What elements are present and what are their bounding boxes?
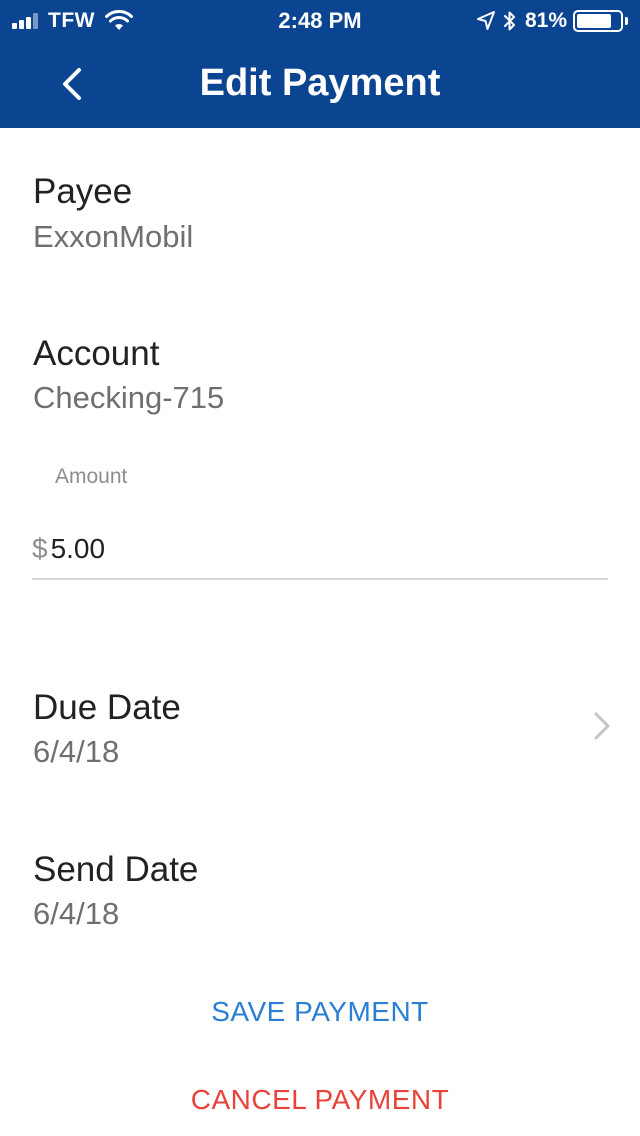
due-date-label: Due Date <box>33 688 181 727</box>
battery-percent: 81% <box>524 9 567 32</box>
cancel-payment-button[interactable]: CANCEL PAYMENT <box>0 1084 640 1116</box>
amount-label: Amount <box>55 465 128 488</box>
send-date-label: Send Date <box>33 850 199 889</box>
due-date-row[interactable]: Due Date 6/4/18 <box>0 680 640 780</box>
amount-field[interactable]: $ 5.00 <box>32 530 608 580</box>
bluetooth-icon <box>503 11 515 31</box>
app-header: TFW 2:48 PM 81% Edit Payment <box>0 0 640 128</box>
battery-tip <box>625 17 628 25</box>
currency-symbol: $ <box>32 533 48 564</box>
due-date-value: 6/4/18 <box>33 734 120 769</box>
amount-input[interactable]: 5.00 <box>51 530 106 565</box>
navigation-bar: Edit Payment <box>0 40 640 128</box>
chevron-right-icon <box>594 712 610 740</box>
send-date-value: 6/4/18 <box>33 896 120 931</box>
location-arrow-icon <box>476 11 495 30</box>
battery-icon <box>573 10 623 32</box>
page-title: Edit Payment <box>199 62 441 104</box>
status-right: 81% <box>476 8 628 34</box>
status-bar: TFW 2:48 PM 81% <box>0 0 640 40</box>
payee-label: Payee <box>33 172 133 211</box>
battery-level <box>577 14 611 28</box>
account-label: Account <box>33 334 160 373</box>
payee-value: ExxonMobil <box>33 219 194 254</box>
account-value: Checking-715 <box>33 380 225 415</box>
save-payment-button[interactable]: SAVE PAYMENT <box>0 996 640 1028</box>
